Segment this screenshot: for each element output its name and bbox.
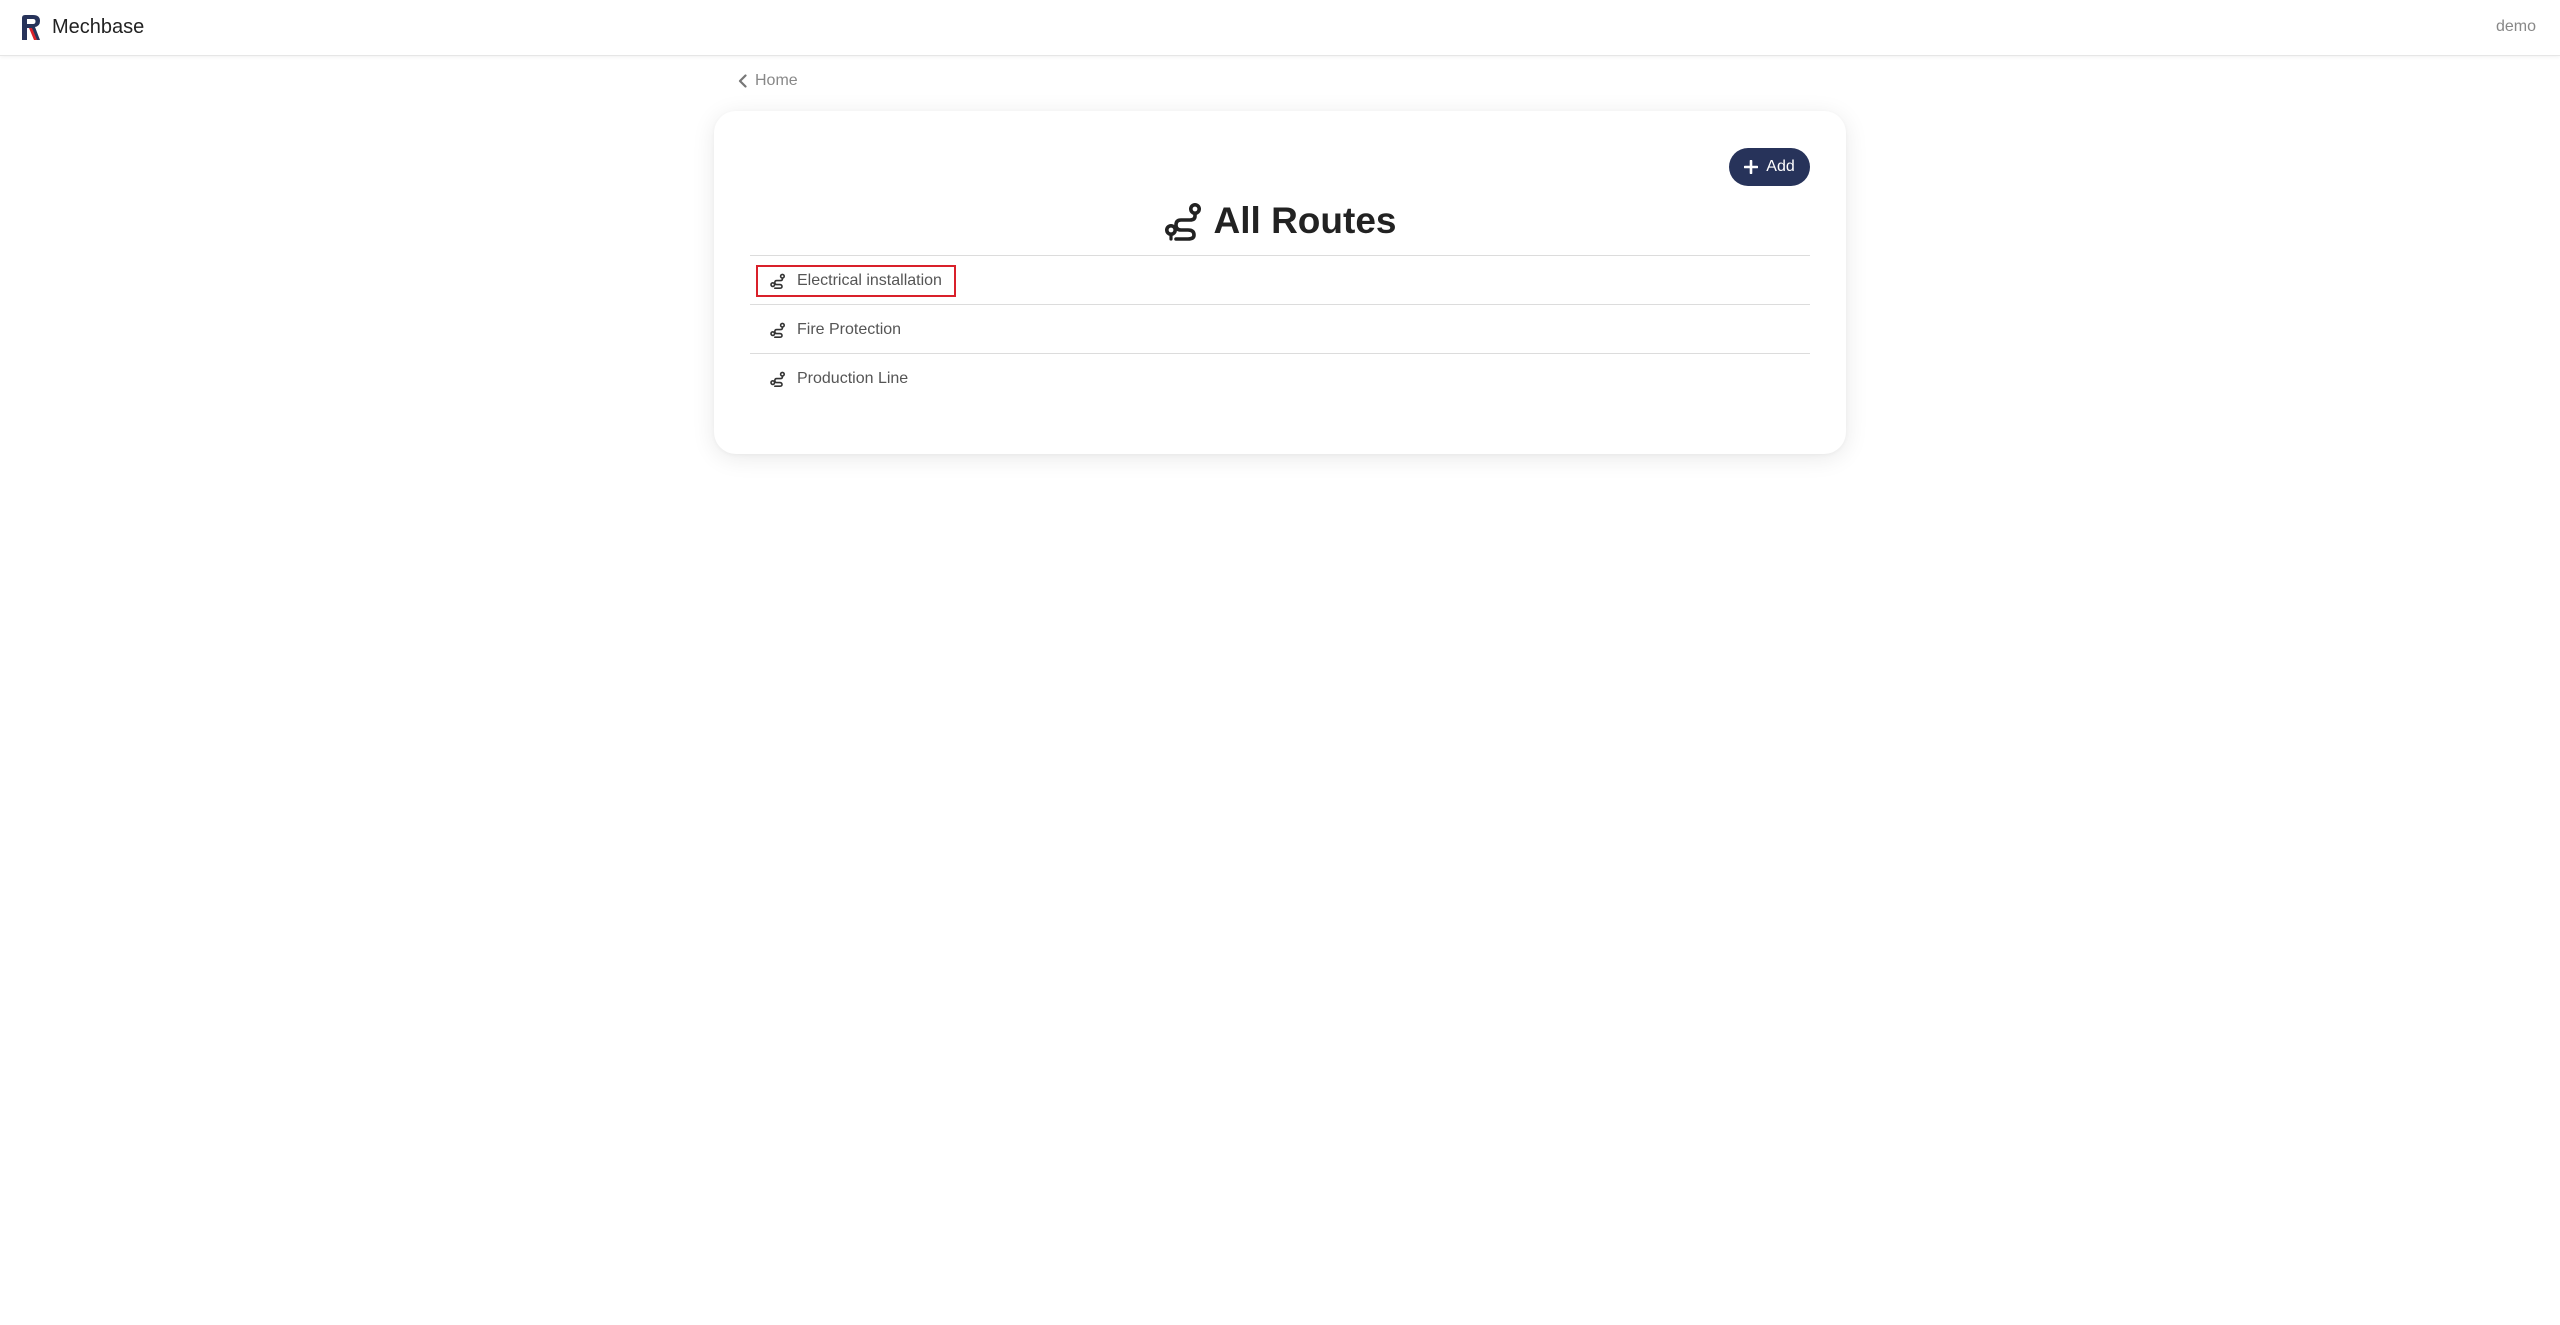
plus-icon: [1744, 160, 1759, 174]
route-link-production-line[interactable]: Production Line: [756, 363, 922, 395]
user-menu[interactable]: demo: [2496, 18, 2536, 36]
brand-link[interactable]: Mechbase: [20, 14, 144, 40]
route-icon: [1164, 203, 1201, 241]
title-row: All Routes: [714, 199, 1846, 243]
breadcrumb-label: Home: [755, 72, 798, 89]
chevron-left-icon: [738, 74, 747, 88]
route-label: Electrical installation: [797, 272, 942, 289]
route-icon: [770, 322, 785, 338]
route-link-fire-protection[interactable]: Fire Protection: [756, 314, 915, 346]
list-item: Electrical installation: [750, 256, 1810, 305]
add-button-label: Add: [1766, 158, 1795, 175]
top-navbar: Mechbase demo: [0, 0, 2560, 56]
route-link-electrical-installation[interactable]: Electrical installation: [756, 265, 956, 297]
add-route-button[interactable]: Add: [1729, 148, 1810, 186]
route-label: Fire Protection: [797, 321, 902, 338]
list-item: Fire Protection: [750, 305, 1810, 354]
page-title: All Routes: [1213, 200, 1397, 241]
brand-name: Mechbase: [52, 15, 145, 38]
route-icon: [770, 371, 785, 387]
route-label: Production Line: [797, 370, 909, 387]
route-list: Electrical installation Fire Protection: [750, 255, 1810, 403]
mechbase-logo-icon: [22, 15, 40, 40]
route-icon: [770, 273, 785, 289]
list-item: Production Line: [750, 354, 1810, 403]
routes-card: Add All Routes Electrical installation F…: [714, 111, 1846, 454]
breadcrumb-home[interactable]: Home: [737, 72, 798, 90]
